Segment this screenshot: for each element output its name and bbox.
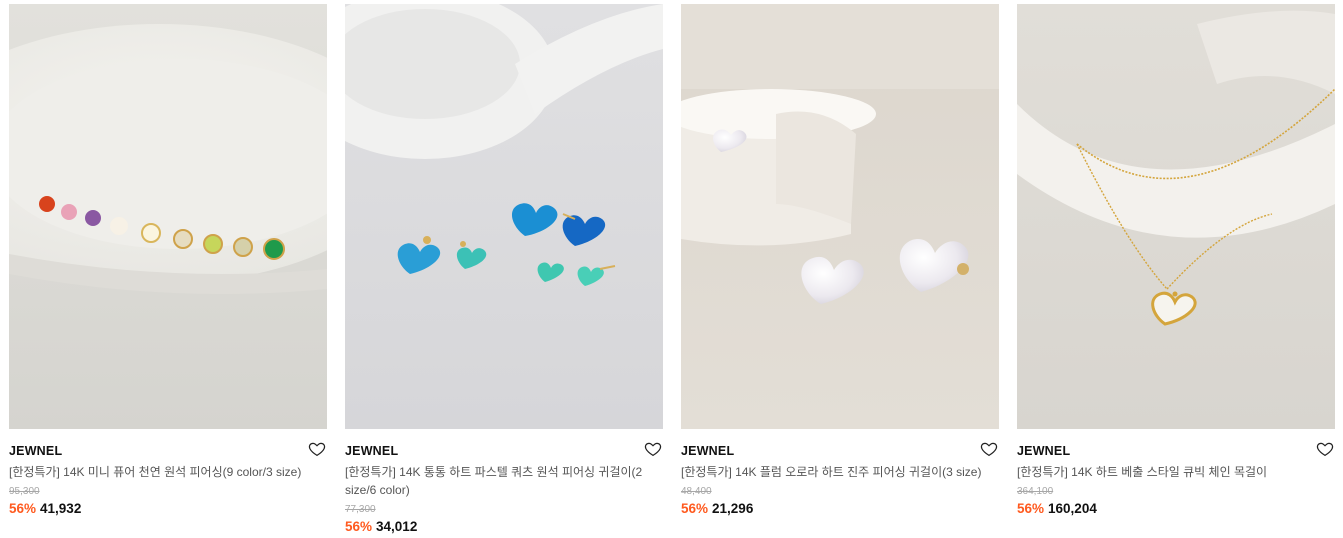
discount-rate: 56% bbox=[345, 519, 373, 534]
product-card[interactable]: JEWNEL [한정특가] 14K 하트 베출 스타일 큐빅 체인 목걸이 36… bbox=[1017, 4, 1335, 519]
product-image[interactable] bbox=[1017, 4, 1335, 429]
sale-price: 34,012 bbox=[376, 519, 418, 534]
brand-name[interactable]: JEWNEL bbox=[9, 443, 327, 459]
price-row: 56% 21,296 bbox=[681, 499, 999, 519]
price-row: 56% 160,204 bbox=[1017, 499, 1335, 519]
original-price: 95,300 bbox=[9, 486, 40, 497]
brand-name[interactable]: JEWNEL bbox=[681, 443, 999, 459]
price-row: 56% 34,012 bbox=[345, 517, 663, 537]
product-grid: JEWNEL [한정특가] 14K 미니 퓨어 천연 원석 피어싱(9 colo… bbox=[0, 0, 1343, 538]
sale-price: 41,932 bbox=[40, 501, 82, 516]
wishlist-heart-icon[interactable] bbox=[644, 440, 662, 458]
product-image[interactable] bbox=[9, 4, 327, 429]
discount-rate: 56% bbox=[1017, 501, 1045, 516]
product-image[interactable] bbox=[345, 4, 663, 429]
brand-name[interactable]: JEWNEL bbox=[345, 443, 663, 459]
original-price: 77,300 bbox=[345, 504, 376, 515]
original-price: 48,400 bbox=[681, 486, 712, 497]
product-card[interactable]: JEWNEL [한정특가] 14K 플럼 오로라 하트 진주 피어싱 귀걸이(3… bbox=[681, 4, 999, 519]
sale-price: 160,204 bbox=[1048, 501, 1097, 516]
wishlist-heart-icon[interactable] bbox=[1316, 440, 1334, 458]
product-image[interactable] bbox=[681, 4, 999, 429]
original-price: 364,100 bbox=[1017, 486, 1054, 497]
product-name[interactable]: [한정특가] 14K 통통 하트 파스텔 쿼츠 원석 피어싱 귀걸이(2 siz… bbox=[345, 463, 663, 499]
sale-price: 21,296 bbox=[712, 501, 754, 516]
product-name[interactable]: [한정특가] 14K 하트 베출 스타일 큐빅 체인 목걸이 bbox=[1017, 463, 1335, 481]
brand-name[interactable]: JEWNEL bbox=[1017, 443, 1335, 459]
wishlist-heart-icon[interactable] bbox=[980, 440, 998, 458]
product-name[interactable]: [한정특가] 14K 미니 퓨어 천연 원석 피어싱(9 color/3 siz… bbox=[9, 463, 327, 481]
product-name[interactable]: [한정특가] 14K 플럼 오로라 하트 진주 피어싱 귀걸이(3 size) bbox=[681, 463, 999, 481]
product-card[interactable]: JEWNEL [한정특가] 14K 미니 퓨어 천연 원석 피어싱(9 colo… bbox=[9, 4, 327, 519]
discount-rate: 56% bbox=[681, 501, 709, 516]
price-row: 56% 41,932 bbox=[9, 499, 327, 519]
discount-rate: 56% bbox=[9, 501, 37, 516]
product-card[interactable]: JEWNEL [한정특가] 14K 통통 하트 파스텔 쿼츠 원석 피어싱 귀걸… bbox=[345, 4, 663, 537]
wishlist-heart-icon[interactable] bbox=[308, 440, 326, 458]
